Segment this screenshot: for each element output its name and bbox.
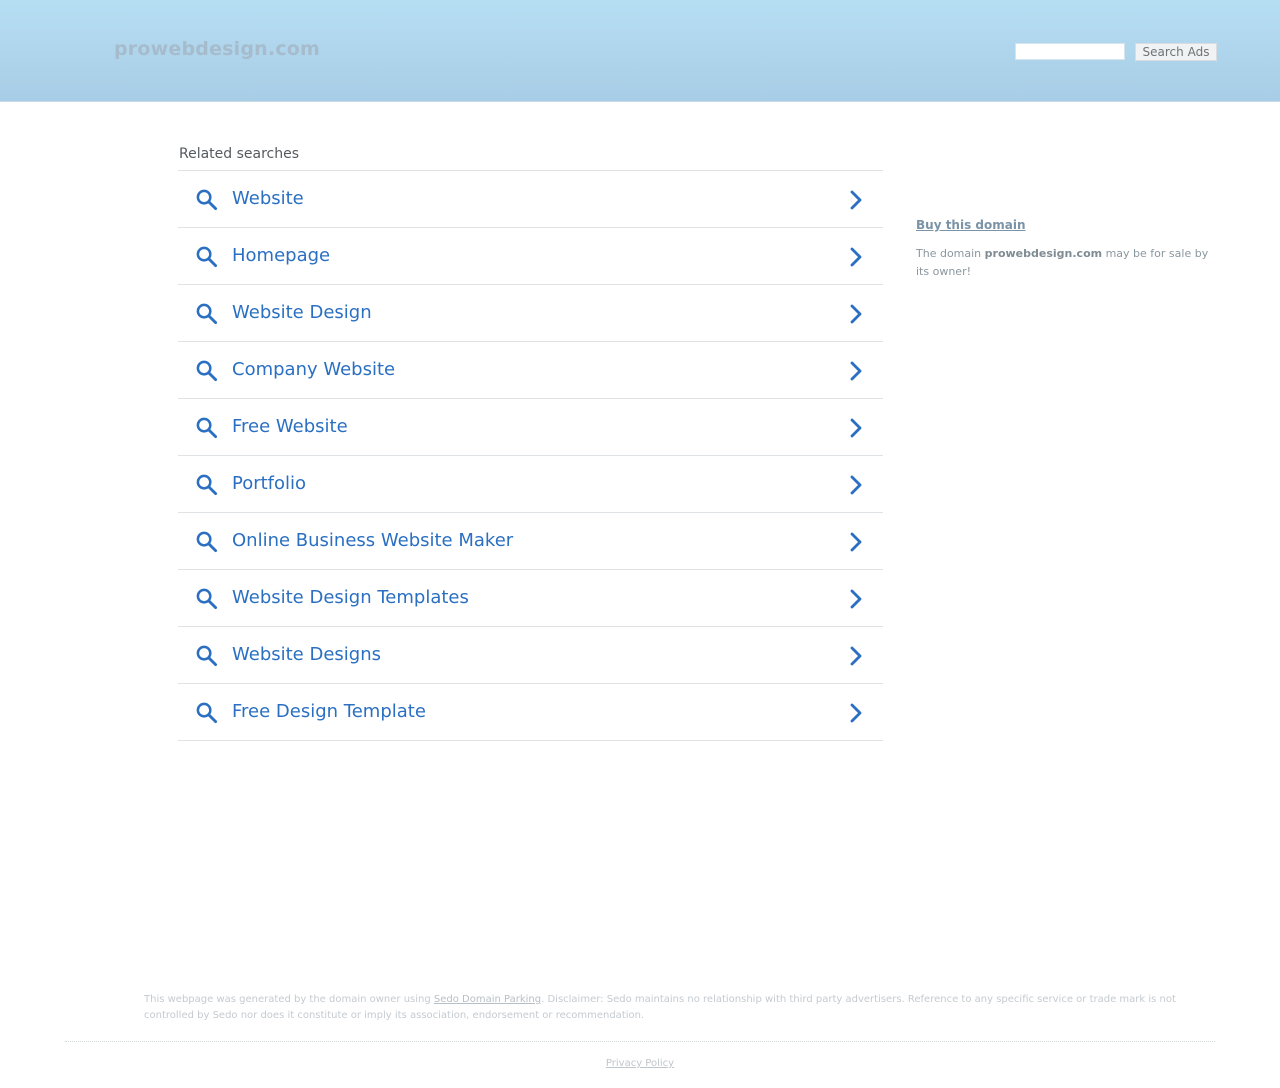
sedo-parking-link[interactable]: Sedo Domain Parking <box>434 994 541 1005</box>
related-search-label: Company Website <box>232 359 396 380</box>
search-input[interactable] <box>1015 43 1125 60</box>
chevron-right-icon <box>850 703 862 723</box>
chevron-right-icon <box>850 247 862 267</box>
related-searches-heading: Related searches <box>179 146 300 162</box>
related-search-item[interactable]: Portfolio <box>178 456 883 513</box>
related-search-label: Website <box>232 188 304 209</box>
search-icon <box>196 474 218 496</box>
related-search-label: Online Business Website Maker <box>232 530 514 551</box>
related-search-label: Portfolio <box>232 473 307 494</box>
related-searches-list: Website Homepage Website Design Company … <box>178 170 883 741</box>
search-icon <box>196 303 218 325</box>
search-ads-button[interactable]: Search Ads <box>1135 43 1217 61</box>
sale-domain-name: prowebdesign.com <box>984 247 1103 260</box>
chevron-right-icon <box>850 646 862 666</box>
related-search-label: Free Design Template <box>232 701 426 722</box>
chevron-right-icon <box>850 361 862 381</box>
related-search-item[interactable]: Online Business Website Maker <box>178 513 883 570</box>
chevron-right-icon <box>850 190 862 210</box>
search-icon <box>196 702 218 724</box>
search-icon <box>196 645 218 667</box>
chevron-right-icon <box>850 532 862 552</box>
search-icon <box>196 189 218 211</box>
header-bar: prowebdesign.com Search Ads <box>0 0 1280 102</box>
disclaimer-text: This webpage was generated by the domain… <box>144 992 1194 1024</box>
search-icon <box>196 531 218 553</box>
privacy-policy-link[interactable]: Privacy Policy <box>606 1058 674 1069</box>
disclaimer-prefix: This webpage was generated by the domain… <box>144 994 434 1005</box>
search-icon <box>196 246 218 268</box>
related-search-item[interactable]: Free Design Template <box>178 684 883 741</box>
related-search-item[interactable]: Company Website <box>178 342 883 399</box>
related-search-item[interactable]: Homepage <box>178 228 883 285</box>
related-search-item[interactable]: Website <box>178 171 883 228</box>
related-search-label: Homepage <box>232 245 331 266</box>
chevron-right-icon <box>850 304 862 324</box>
related-search-label: Free Website <box>232 416 348 437</box>
search-icon <box>196 417 218 439</box>
related-search-item[interactable]: Free Website <box>178 399 883 456</box>
related-search-item[interactable]: Website Designs <box>178 627 883 684</box>
domain-title[interactable]: prowebdesign.com <box>114 38 320 60</box>
chevron-right-icon <box>850 475 862 495</box>
search-icon <box>196 588 218 610</box>
related-search-label: Website Design Templates <box>232 587 469 608</box>
privacy-footer: Privacy Policy <box>0 1058 1280 1069</box>
buy-domain-link[interactable]: Buy this domain <box>916 218 1026 232</box>
chevron-right-icon <box>850 589 862 609</box>
related-search-item[interactable]: Website Design <box>178 285 883 342</box>
search-icon <box>196 360 218 382</box>
footer-divider <box>65 1041 1215 1042</box>
sale-text-prefix: The domain <box>916 247 985 260</box>
related-search-label: Website Designs <box>232 644 382 665</box>
chevron-right-icon <box>850 418 862 438</box>
domain-sale-text: The domain prowebdesign.com may be for s… <box>916 245 1216 281</box>
related-search-item[interactable]: Website Design Templates <box>178 570 883 627</box>
related-search-label: Website Design <box>232 302 372 323</box>
